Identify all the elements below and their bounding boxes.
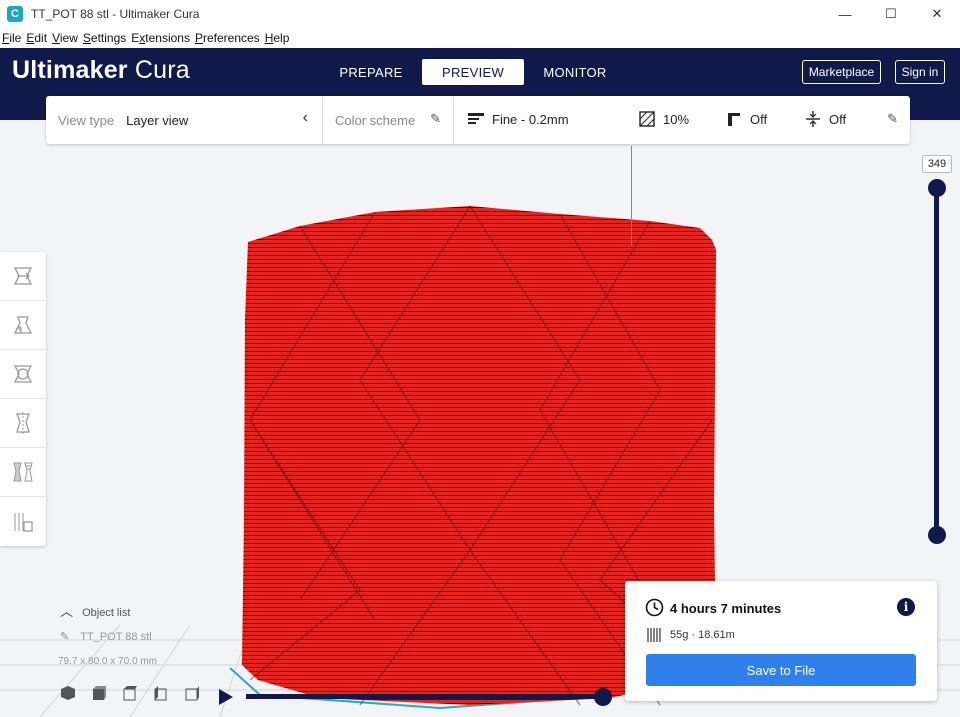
layer-slider-top-handle[interactable] <box>928 179 946 197</box>
transform-toolbar <box>0 252 46 546</box>
front-view-icon[interactable] <box>91 685 107 701</box>
rotate-icon <box>13 365 33 383</box>
infill-value: 10% <box>663 112 690 127</box>
clock-icon <box>645 598 664 617</box>
mirror-icon <box>16 412 30 434</box>
close-button[interactable]: ✕ <box>914 0 960 28</box>
sign-in-button[interactable]: Sign in <box>895 60 945 84</box>
print-settings-bar: View type Layer view ‹ Color scheme ✎ Fi… <box>46 96 910 144</box>
scale-icon <box>13 316 33 334</box>
menu-preferences[interactable]: Preferences <box>195 31 263 45</box>
pencil-icon[interactable]: ✎ <box>887 111 898 127</box>
right-view-icon[interactable] <box>184 685 200 701</box>
spool-icon <box>647 628 661 642</box>
view-type-value: Layer view <box>126 112 189 128</box>
stage-tabs: PREPARE PREVIEW MONITOR <box>320 59 626 85</box>
menu-extensions[interactable]: Extensions <box>131 31 193 45</box>
material-usage: 55g · 18.61m <box>670 629 735 641</box>
menu-bar: File Edit View Settings Extensions Prefe… <box>0 28 960 48</box>
menu-file[interactable]: File <box>2 31 24 45</box>
support-blocker-icon <box>14 512 33 532</box>
top-view-icon[interactable] <box>122 685 138 701</box>
layer-slider-bottom-handle[interactable] <box>928 526 946 544</box>
object-list-toggle[interactable]: ︿ Object list <box>60 601 130 620</box>
menu-settings[interactable]: Settings <box>83 31 129 45</box>
color-scheme-label: Color scheme <box>335 112 416 128</box>
profile-value: Fine - 0.2mm <box>492 112 569 127</box>
color-scheme-selector[interactable]: Color scheme ✎ <box>323 96 454 144</box>
layer-slider-track[interactable] <box>934 188 939 536</box>
support-value: Off <box>750 112 768 127</box>
maximize-button[interactable]: ☐ <box>868 0 914 28</box>
per-model-settings-icon <box>13 462 33 482</box>
object-list-label: Object list <box>82 607 131 619</box>
menu-help[interactable]: Help <box>265 31 293 45</box>
chevron-left-icon[interactable]: ‹ <box>303 109 308 127</box>
print-settings-summary[interactable]: Fine - 0.2mm 10% Off Off ✎ <box>454 96 910 144</box>
profile-lines-icon <box>468 113 484 124</box>
view-type-label: View type <box>58 112 115 128</box>
ultimaker-cura-logo: Ultimaker Cura <box>12 56 190 84</box>
per-model-settings-button[interactable] <box>0 448 46 497</box>
window-controls: — ☐ ✕ <box>822 0 960 28</box>
object-dimensions: 79.7 x 80.0 x 70.0 mm <box>58 656 157 667</box>
window-titlebar: C TT_POT 88 stl - Ultimaker Cura — ☐ ✕ <box>0 0 960 28</box>
menu-view[interactable]: View <box>52 31 81 45</box>
pencil-icon[interactable]: ✎ <box>430 111 441 127</box>
menu-edit[interactable]: Edit <box>26 31 50 45</box>
object-name: TT_POT 88 stl <box>80 631 152 643</box>
mirror-tool-button[interactable] <box>0 399 46 448</box>
z-axis-line <box>631 146 632 246</box>
marketplace-button[interactable]: Marketplace <box>802 60 881 84</box>
infill-icon <box>639 111 655 127</box>
info-icon[interactable]: i <box>897 598 915 616</box>
print-time: 4 hours 7 minutes <box>670 601 782 616</box>
adhesion-value: Off <box>829 112 847 127</box>
play-icon[interactable] <box>218 688 234 706</box>
chevron-up-icon: ︿ <box>60 604 74 619</box>
path-slider-track[interactable] <box>246 694 604 699</box>
view-type-selector[interactable]: View type Layer view ‹ <box>46 96 323 144</box>
support-icon <box>728 113 740 126</box>
object-name-row[interactable]: ✎ TT_POT 88 stl <box>60 630 152 643</box>
path-slider-handle[interactable] <box>594 688 612 706</box>
tab-prepare[interactable]: PREPARE <box>320 59 422 85</box>
camera-view-buttons <box>60 685 200 701</box>
rotate-tool-button[interactable] <box>0 350 46 399</box>
left-view-icon[interactable] <box>153 685 169 701</box>
print-info-panel: 4 hours 7 minutes i 55g · 18.61m Save to… <box>625 581 937 701</box>
window-title: TT_POT 88 stl - Ultimaker Cura <box>31 7 200 21</box>
tab-preview[interactable]: PREVIEW <box>422 59 524 85</box>
cura-app-icon: C <box>7 6 23 22</box>
3d-view-icon[interactable] <box>60 685 76 701</box>
tab-monitor[interactable]: MONITOR <box>524 59 626 85</box>
minimize-button[interactable]: — <box>822 0 868 28</box>
move-tool-button[interactable] <box>0 252 46 301</box>
scale-tool-button[interactable] <box>0 301 46 350</box>
adhesion-icon <box>806 111 820 127</box>
save-to-file-button[interactable]: Save to File <box>646 654 916 686</box>
support-blocker-button[interactable] <box>0 497 46 546</box>
layer-number-input[interactable]: 349 <box>922 155 952 173</box>
move-icon <box>13 267 33 285</box>
pencil-icon: ✎ <box>60 631 70 643</box>
